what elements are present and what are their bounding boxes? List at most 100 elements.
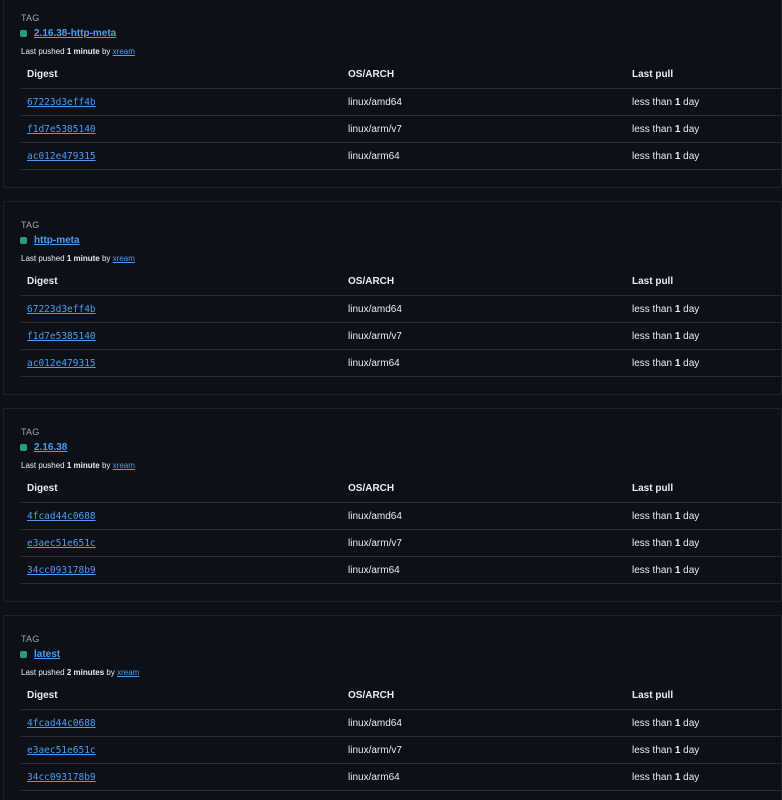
last-pushed-label: Last pushed bbox=[21, 47, 65, 56]
column-header-digest: Digest bbox=[27, 482, 58, 494]
tag-card: TAG 2.16.38 Last pushed 1 minute by xrea… bbox=[3, 408, 782, 602]
tag-name-link[interactable]: latest bbox=[34, 649, 60, 660]
column-header-last-pull: Last pull bbox=[632, 689, 674, 701]
table-row: e3aec51e651c linux/arm/v7 less than 1 da… bbox=[21, 737, 782, 764]
os-arch-value: linux/arm64 bbox=[348, 564, 400, 576]
digest-link[interactable]: f1d7e5385140 bbox=[27, 331, 96, 342]
last-pull-value: less than 1 day bbox=[632, 717, 700, 729]
column-header-digest: Digest bbox=[27, 275, 58, 287]
digest-link[interactable]: ac012e479315 bbox=[27, 151, 96, 162]
os-arch-value: linux/arm64 bbox=[348, 357, 400, 369]
tag-card: TAG http-meta Last pushed 1 minute by xr… bbox=[3, 201, 782, 395]
last-pushed-info: Last pushed 1 minute by xream bbox=[21, 254, 135, 263]
tag-name-link[interactable]: http-meta bbox=[34, 235, 80, 246]
column-header-os-arch: OS/ARCH bbox=[348, 689, 395, 701]
last-pushed-time: 1 minute bbox=[66, 461, 100, 470]
tag-status-icon bbox=[20, 30, 27, 37]
user-link[interactable]: xream bbox=[113, 254, 135, 263]
os-arch-value: linux/arm/v7 bbox=[348, 330, 402, 342]
os-arch-value: linux/arm/v7 bbox=[348, 537, 402, 549]
pushed-by-label: by bbox=[101, 254, 111, 263]
column-header-os-arch: OS/ARCH bbox=[348, 482, 395, 494]
table-row: 4fcad44c0688 linux/amd64 less than 1 day bbox=[21, 503, 782, 530]
digest-table: Digest OS/ARCH Last pull 4fcad44c0688 li… bbox=[21, 474, 782, 584]
os-arch-value: linux/amd64 bbox=[348, 303, 402, 315]
table-row: 67223d3eff4b linux/amd64 less than 1 day bbox=[21, 296, 782, 323]
digest-link[interactable]: ac012e479315 bbox=[27, 358, 96, 369]
tag-name-link[interactable]: 2.16.38 bbox=[34, 442, 67, 453]
column-header-digest: Digest bbox=[27, 689, 58, 701]
tag-title-row: latest bbox=[20, 649, 60, 660]
tag-heading: TAG bbox=[21, 13, 40, 23]
column-header-last-pull: Last pull bbox=[632, 68, 674, 80]
pushed-by-label: by bbox=[106, 668, 115, 677]
tag-status-icon bbox=[20, 237, 27, 244]
table-header: Digest OS/ARCH Last pull bbox=[21, 474, 782, 503]
digest-table: Digest OS/ARCH Last pull 4fcad44c0688 li… bbox=[21, 681, 782, 791]
last-pushed-time: 1 minute bbox=[66, 254, 100, 263]
tag-title-row: 2.16.38 bbox=[20, 442, 67, 453]
table-row: f1d7e5385140 linux/arm/v7 less than 1 da… bbox=[21, 323, 782, 350]
digest-link[interactable]: 67223d3eff4b bbox=[27, 304, 96, 315]
table-row: ac012e479315 linux/arm64 less than 1 day bbox=[21, 350, 782, 377]
last-pull-value: less than 1 day bbox=[632, 96, 700, 108]
tag-card: TAG 2.16.38-http-meta Last pushed 1 minu… bbox=[3, 0, 782, 188]
tag-status-icon bbox=[20, 444, 27, 451]
last-pull-value: less than 1 day bbox=[632, 303, 700, 315]
tag-heading: TAG bbox=[21, 427, 40, 437]
table-header: Digest OS/ARCH Last pull bbox=[21, 681, 782, 710]
last-pull-value: less than 1 day bbox=[632, 564, 700, 576]
table-row: 67223d3eff4b linux/amd64 less than 1 day bbox=[21, 89, 782, 116]
table-row: 34cc093178b9 linux/arm64 less than 1 day bbox=[21, 557, 782, 584]
last-pull-value: less than 1 day bbox=[632, 771, 700, 783]
table-row: 34cc093178b9 linux/arm64 less than 1 day bbox=[21, 764, 782, 791]
last-pushed-label: Last pushed bbox=[21, 254, 65, 263]
last-pull-value: less than 1 day bbox=[632, 744, 700, 756]
last-pull-value: less than 1 day bbox=[632, 357, 700, 369]
digest-link[interactable]: 34cc093178b9 bbox=[27, 772, 96, 783]
last-pushed-info: Last pushed 2 minutes by xream bbox=[21, 668, 139, 677]
column-header-last-pull: Last pull bbox=[632, 482, 674, 494]
tag-title-row: http-meta bbox=[20, 235, 80, 246]
tag-heading: TAG bbox=[21, 634, 40, 644]
digest-link[interactable]: 4fcad44c0688 bbox=[27, 718, 96, 729]
os-arch-value: linux/amd64 bbox=[348, 510, 402, 522]
last-pushed-info: Last pushed 1 minute by xream bbox=[21, 461, 135, 470]
tag-card: TAG latest Last pushed 2 minutes by xrea… bbox=[3, 615, 782, 800]
column-header-digest: Digest bbox=[27, 68, 58, 80]
digest-link[interactable]: 67223d3eff4b bbox=[27, 97, 96, 108]
tag-list-page: TAG 2.16.38-http-meta Last pushed 1 minu… bbox=[0, 0, 782, 800]
digest-link[interactable]: 4fcad44c0688 bbox=[27, 511, 96, 522]
digest-link[interactable]: 34cc093178b9 bbox=[27, 565, 96, 576]
last-pushed-info: Last pushed 1 minute by xream bbox=[21, 47, 135, 56]
digest-link[interactable]: f1d7e5385140 bbox=[27, 124, 96, 135]
last-pull-value: less than 1 day bbox=[632, 510, 700, 522]
tag-name-link[interactable]: 2.16.38-http-meta bbox=[34, 28, 116, 39]
tag-heading: TAG bbox=[21, 220, 40, 230]
column-header-os-arch: OS/ARCH bbox=[348, 275, 395, 287]
pushed-by-label: by bbox=[101, 461, 111, 470]
last-pushed-label: Last pushed bbox=[21, 668, 65, 677]
os-arch-value: linux/amd64 bbox=[348, 96, 402, 108]
os-arch-value: linux/arm/v7 bbox=[348, 123, 402, 135]
table-row: e3aec51e651c linux/arm/v7 less than 1 da… bbox=[21, 530, 782, 557]
os-arch-value: linux/amd64 bbox=[348, 717, 402, 729]
digest-link[interactable]: e3aec51e651c bbox=[27, 745, 96, 756]
user-link[interactable]: xream bbox=[113, 47, 135, 56]
table-row: ac012e479315 linux/arm64 less than 1 day bbox=[21, 143, 782, 170]
last-pull-value: less than 1 day bbox=[632, 150, 700, 162]
user-link[interactable]: xream bbox=[117, 668, 139, 677]
pushed-by-label: by bbox=[101, 47, 111, 56]
column-header-os-arch: OS/ARCH bbox=[348, 68, 395, 80]
table-header: Digest OS/ARCH Last pull bbox=[21, 60, 782, 89]
user-link[interactable]: xream bbox=[113, 461, 135, 470]
os-arch-value: linux/arm/v7 bbox=[348, 744, 402, 756]
last-pushed-time: 1 minute bbox=[66, 47, 100, 56]
last-pull-value: less than 1 day bbox=[632, 123, 700, 135]
last-pull-value: less than 1 day bbox=[632, 537, 700, 549]
last-pushed-label: Last pushed bbox=[21, 461, 65, 470]
last-pull-value: less than 1 day bbox=[632, 330, 700, 342]
digest-table: Digest OS/ARCH Last pull 67223d3eff4b li… bbox=[21, 60, 782, 170]
tag-title-row: 2.16.38-http-meta bbox=[20, 28, 116, 39]
digest-link[interactable]: e3aec51e651c bbox=[27, 538, 96, 549]
